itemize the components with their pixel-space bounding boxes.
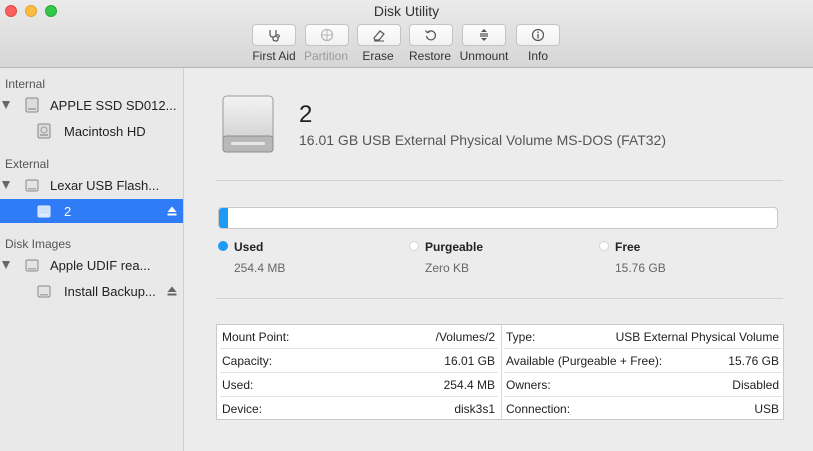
free-legend-dot	[599, 241, 609, 251]
erase-icon	[373, 30, 385, 42]
info-key: Available (Purgeable + Free):	[506, 354, 663, 368]
unmount-button[interactable]	[462, 24, 506, 46]
disclosure-triangle-icon[interactable]	[2, 181, 10, 189]
info-key: Type:	[506, 330, 536, 344]
stethoscope-icon	[269, 30, 280, 42]
used-legend-label: Used	[234, 240, 264, 254]
info-row: Capacity: 16.01 GB	[217, 349, 501, 373]
partition-button[interactable]	[305, 24, 349, 46]
info-key: Mount Point:	[222, 330, 290, 344]
sidebar-item-apple-ssd[interactable]: APPLE SSD SD012...	[0, 93, 183, 117]
info-row: Type: USB External Physical Volume	[501, 325, 785, 349]
info-row-separator	[504, 396, 782, 397]
info-row: Owners: Disabled	[501, 373, 785, 397]
sidebar-item-label: Lexar USB Flash...	[50, 177, 160, 193]
info-row-separator	[504, 348, 782, 349]
sidebar-item-label: Macintosh HD	[64, 123, 146, 139]
info-row-separator	[220, 396, 498, 397]
eject-icon[interactable]	[167, 206, 177, 216]
volume-description: 16.01 GB USB External Physical Volume MS…	[299, 132, 666, 148]
disclosure-triangle-icon[interactable]	[2, 261, 10, 269]
free-legend-value: 15.76 GB	[615, 261, 666, 275]
info-value: USB	[754, 402, 779, 416]
external-disk-icon	[25, 179, 39, 192]
sidebar-section-external: External	[5, 157, 50, 171]
unmount-icon	[480, 29, 488, 41]
sidebar-section-disk-images: Disk Images	[5, 237, 72, 251]
sidebar-item-lexar-usb[interactable]: Lexar USB Flash...	[0, 173, 183, 197]
info-key: Owners:	[506, 378, 551, 392]
purgeable-legend-value: Zero KB	[425, 261, 470, 275]
restore-button[interactable]	[409, 24, 453, 46]
info-value: 254.4 MB	[443, 378, 495, 392]
volume-name: 2	[299, 101, 313, 128]
info-value: Disabled	[732, 378, 779, 392]
pie-icon	[320, 28, 334, 42]
disclosure-triangle-icon[interactable]	[2, 101, 10, 109]
sidebar-item-install-backup[interactable]: Install Backup...	[0, 279, 183, 303]
info-value: 15.76 GB	[728, 354, 779, 368]
info-value: /Volumes/2	[435, 330, 495, 344]
usage-bar-used	[219, 208, 228, 228]
erase-button[interactable]	[357, 24, 401, 46]
info-label: Info	[527, 49, 548, 63]
info-row: Device: disk3s1	[217, 397, 501, 421]
info-key: Connection:	[506, 402, 571, 416]
info-value: disk3s1	[454, 402, 495, 416]
info-value: USB External Physical Volume	[615, 330, 779, 344]
window-title: Disk Utility	[373, 3, 440, 19]
sidebar-item-label: Install Backup...	[64, 283, 156, 299]
info-key: Device:	[222, 402, 263, 416]
sidebar-item-label: Apple UDIF rea...	[50, 257, 151, 273]
used-legend-value: 254.4 MB	[234, 261, 286, 275]
first-aid-button[interactable]	[252, 24, 296, 46]
hard-disk-icon	[37, 123, 51, 139]
external-disk-icon	[25, 259, 39, 272]
restore-icon	[425, 30, 437, 41]
eject-icon[interactable]	[167, 286, 177, 296]
external-disk-icon	[222, 95, 274, 153]
sidebar-section-internal: Internal	[5, 77, 46, 91]
external-disk-icon	[37, 285, 51, 298]
purgeable-legend-label: Purgeable	[425, 240, 484, 254]
info-row: Available (Purgeable + Free): 15.76 GB	[501, 349, 785, 373]
info-table: Mount Point: /Volumes/2 Capacity: 16.01 …	[216, 324, 784, 420]
main-panel: 2 16.01 GB USB External Physical Volume …	[185, 68, 813, 451]
purgeable-legend-dot	[409, 241, 419, 251]
sidebar-item-label: APPLE SSD SD012...	[50, 97, 177, 113]
external-disk-icon	[37, 205, 51, 218]
usage-bar	[218, 207, 778, 229]
hard-disk-icon	[25, 97, 39, 113]
info-row-separator	[220, 348, 498, 349]
info-button[interactable]	[516, 24, 560, 46]
used-legend-dot	[218, 241, 228, 251]
sidebar-item-macintosh-hd[interactable]: Macintosh HD	[0, 119, 183, 143]
sidebar-item-volume-2[interactable]: 2	[0, 199, 183, 223]
divider	[216, 180, 783, 181]
info-row: Used: 254.4 MB	[217, 373, 501, 397]
sidebar: Internal APPLE SSD SD012... Macintosh HD…	[0, 68, 184, 451]
info-row: Mount Point: /Volumes/2	[217, 325, 501, 349]
info-row-separator	[504, 372, 782, 373]
sidebar-item-label: 2	[64, 203, 72, 219]
info-key: Used:	[222, 378, 254, 392]
info-row-separator	[220, 372, 498, 373]
info-key: Capacity:	[222, 354, 273, 368]
info-value: 16.01 GB	[444, 354, 495, 368]
disk-utility-window: Disk Utility First Aid Partition Erase R…	[0, 0, 813, 451]
divider	[216, 298, 783, 299]
toolbar: Disk Utility First Aid Partition Erase R…	[0, 0, 813, 68]
free-legend-label: Free	[615, 240, 641, 254]
info-icon	[531, 28, 545, 42]
sidebar-item-apple-udif[interactable]: Apple UDIF rea...	[0, 253, 183, 277]
info-row: Connection: USB	[501, 397, 785, 421]
